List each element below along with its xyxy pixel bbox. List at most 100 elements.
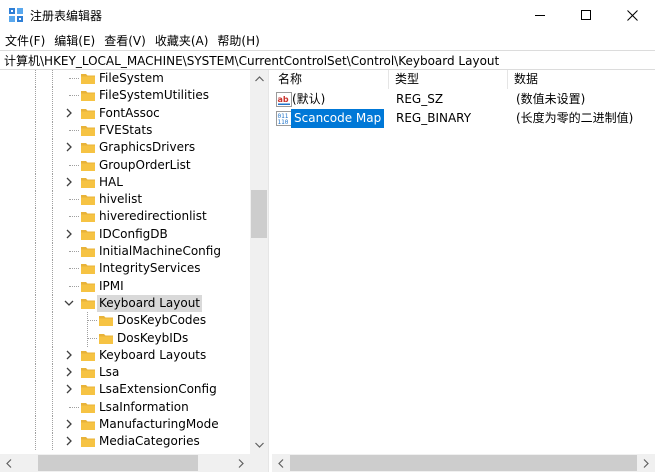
values-list[interactable]: 名称 类型 数据 ab (默认) REG_SZ (数值未设置) 011 110 …: [272, 70, 655, 454]
values-horizontal-scrollbar[interactable]: [272, 454, 655, 472]
folder-icon: [81, 125, 95, 136]
tree-node[interactable]: IntegrityServices: [0, 260, 250, 278]
tree-node[interactable]: DosKeybIDs: [0, 329, 250, 347]
folder-icon: [81, 108, 95, 119]
tree-guide-line: [35, 294, 36, 312]
tree-guide-line: [52, 156, 53, 174]
value-row[interactable]: 011 110 Scancode Map REG_BINARY (长度为零的二进…: [272, 109, 655, 128]
values-horizontal-scroll-thumb[interactable]: [290, 455, 637, 471]
tree-node[interactable]: FileSystem: [0, 70, 250, 87]
tree-node-label: InitialMachineConfig: [99, 244, 221, 258]
chevron-right-icon[interactable]: [63, 176, 75, 188]
tree-node[interactable]: DosKeybCodes: [0, 312, 250, 330]
menu-view[interactable]: 查看(V): [99, 30, 150, 50]
tree-node[interactable]: MediaCategories: [0, 433, 250, 451]
scroll-left-arrow[interactable]: [273, 455, 289, 471]
tree-horizontal-scrollbar[interactable]: [0, 454, 250, 472]
tree-guide-line: [35, 433, 36, 451]
tree-vertical-scroll-thumb[interactable]: [251, 190, 267, 238]
menu-favorites[interactable]: 收藏夹(A): [150, 30, 213, 50]
folder-icon: [81, 402, 95, 413]
scroll-right-arrow[interactable]: [638, 455, 654, 471]
chevron-right-icon[interactable]: [63, 228, 75, 240]
tree-node[interactable]: Keyboard Layouts: [0, 346, 250, 364]
chevron-right-icon[interactable]: [63, 349, 75, 361]
chevron-right-icon[interactable]: [63, 383, 75, 395]
address-bar[interactable]: 计算机\HKEY_LOCAL_MACHINE\SYSTEM\CurrentCon…: [0, 50, 655, 70]
tree-node-label: ManufacturingMode: [99, 417, 219, 431]
minimize-button[interactable]: [517, 0, 563, 30]
tree-node-label: HAL: [99, 174, 123, 189]
folder-icon: [81, 229, 95, 240]
tree-node[interactable]: Keyboard Layout: [0, 294, 250, 312]
chevron-right-icon[interactable]: [63, 418, 75, 430]
scroll-down-arrow[interactable]: [251, 437, 267, 453]
tree-node[interactable]: IPMI: [0, 277, 250, 295]
tree-node[interactable]: Lsa: [0, 364, 250, 382]
chevron-right-icon[interactable]: [63, 141, 75, 153]
tree-guide-line: [52, 416, 53, 433]
tree-guide-line: [35, 87, 36, 105]
tree-node[interactable]: FileSystemUtilities: [0, 87, 250, 105]
tree-guide-line: [52, 173, 53, 191]
folder-icon: [99, 316, 113, 327]
tree-guide-line: [52, 294, 53, 312]
chevron-right-icon[interactable]: [63, 107, 75, 119]
window-title: 注册表编辑器: [30, 9, 103, 23]
tree-guide-line: [52, 121, 53, 139]
chevron-right-icon[interactable]: [63, 435, 75, 447]
column-header-name[interactable]: 名称: [272, 70, 389, 89]
tree-node-label: FontAssoc: [99, 105, 160, 120]
tree-node[interactable]: hiveredirectionlist: [0, 208, 250, 226]
tree-guide-line: [52, 70, 53, 87]
tree-guide-line: [52, 381, 53, 399]
tree-guide-line: [87, 337, 97, 339]
tree-guide-line: [35, 243, 36, 260]
key-tree[interactable]: FileSystem FileSystemUtilities FontAssoc FV…: [0, 70, 269, 472]
tree-guide-line: [35, 260, 36, 278]
tree-node[interactable]: FontAssoc: [0, 104, 250, 122]
tree-guide-line: [52, 398, 53, 416]
scroll-right-arrow[interactable]: [233, 455, 249, 471]
tree-guide-line: [52, 277, 53, 295]
chevron-down-icon[interactable]: [63, 297, 75, 309]
tree-guide-line: [52, 329, 53, 347]
tree-node[interactable]: hivelist: [0, 191, 250, 209]
tree-guide-line: [52, 104, 53, 122]
tree-horizontal-scroll-thumb[interactable]: [38, 455, 198, 471]
menu-file[interactable]: 文件(F): [0, 30, 49, 50]
tree-node[interactable]: HAL: [0, 173, 250, 191]
tree-node[interactable]: InitialMachineConfig: [0, 243, 250, 260]
folder-icon: [81, 281, 95, 292]
tree-node[interactable]: FVEStats: [0, 121, 250, 139]
tree-vertical-scrollbar[interactable]: [250, 70, 268, 454]
chevron-right-icon[interactable]: [63, 366, 75, 378]
tree-node[interactable]: IDConfigDB: [0, 225, 250, 243]
tree-node[interactable]: ManufacturingMode: [0, 416, 250, 433]
value-name: (默认): [292, 92, 326, 106]
folder-icon: [81, 160, 95, 171]
value-row[interactable]: ab (默认) REG_SZ (数值未设置): [272, 90, 655, 109]
column-header-type[interactable]: 类型: [389, 70, 508, 89]
menu-edit[interactable]: 编辑(E): [49, 30, 99, 50]
tree-node[interactable]: LsaInformation: [0, 398, 250, 416]
chevron-left-icon: [6, 458, 12, 468]
tree-guide-line: [52, 260, 53, 278]
tree-guide-line: [69, 129, 79, 131]
tree-guide-line: [35, 104, 36, 122]
tree-node[interactable]: GraphicsDrivers: [0, 139, 250, 157]
value-name: Scancode Map: [291, 109, 385, 128]
tree-node[interactable]: LsaExtensionConfig: [0, 381, 250, 399]
tree-node[interactable]: GroupOrderList: [0, 156, 250, 174]
tree-guide-line: [69, 251, 79, 252]
scroll-left-arrow[interactable]: [1, 455, 17, 471]
folder-icon: [81, 91, 95, 102]
chevron-up-icon: [254, 76, 264, 82]
column-header-data[interactable]: 数据: [508, 70, 655, 89]
close-button[interactable]: [609, 0, 655, 30]
maximize-button[interactable]: [563, 0, 609, 30]
menu-help[interactable]: 帮助(H): [212, 30, 263, 50]
folder-icon: [81, 247, 95, 257]
tree-guide-line: [35, 398, 36, 416]
scroll-up-arrow[interactable]: [251, 71, 267, 87]
